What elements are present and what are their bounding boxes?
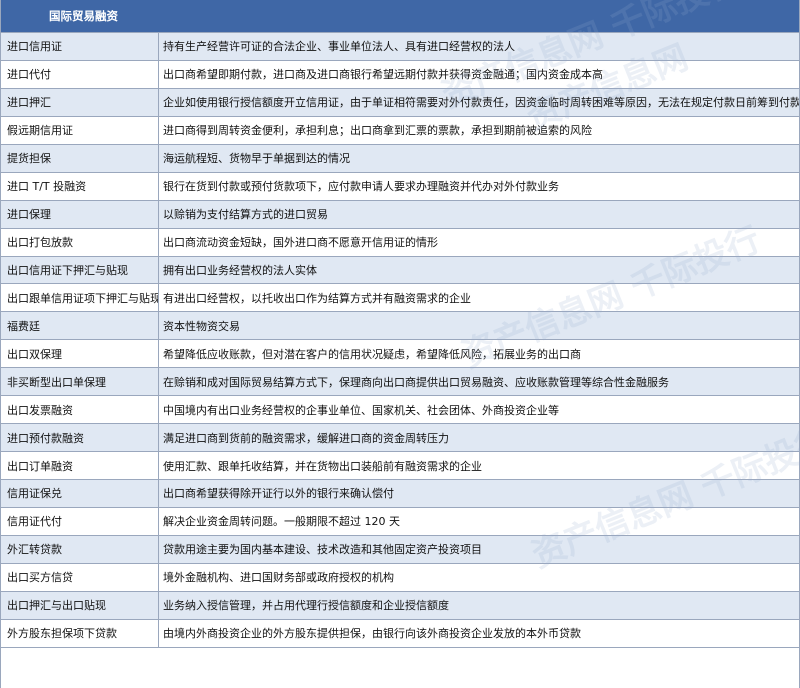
applicable-scenario-cell: 资本性物资交易 [163, 319, 240, 333]
financing-type-cell: 进口预付款融资 [1, 424, 159, 452]
table-row: 提货担保 海运航程短、货物早于单据到达的情况 [1, 144, 799, 173]
financing-type-cell: 出口跟单信用证项下押汇与贴现 [1, 284, 159, 312]
table-row: 进口信用证 持有生产经营许可证的合法企业、事业单位法人、具有进口经营权的法人 [1, 33, 799, 61]
financing-type-cell: 出口发票融资 [1, 396, 159, 424]
financing-type-cell: 出口买方信贷 [1, 563, 159, 591]
financing-type-cell: 出口信用证下押汇与贴现 [1, 256, 159, 284]
financing-type-cell: 信用证保兑 [1, 480, 159, 507]
applicable-scenario-cell: 出口商希望即期付款，进口商及进口商银行希望远期付款并获得资金融通；国内资金成本高 [163, 68, 603, 82]
applicable-scenario-cell: 业务纳入授信管理，并占用代理行授信额度和企业授信额度 [163, 599, 449, 613]
applicable-scenario-cell: 持有生产经营许可证的合法企业、事业单位法人、具有进口经营权的法人 [163, 40, 515, 54]
applicable-scenario-cell: 海运航程短、货物早于单据到达的情况 [163, 152, 350, 166]
applicable-scenario-cell: 希望降低应收账款，但对潜在客户的信用状况疑虑，希望降低风险，拓展业务的出口商 [163, 347, 581, 361]
table-header: 国际贸易融资 [1, 0, 799, 33]
applicable-scenario-cell: 有进出口经营权，以托收出口作为结算方式并有融资需求的企业 [163, 291, 471, 305]
table-row: 出口打包放款 出口商流动资金短缺，国外进口商不愿意开信用证的情形 [1, 228, 799, 257]
financing-type-cell: 出口双保理 [1, 340, 159, 368]
table-row: 出口发票融资 中国境内有出口业务经营权的企事业单位、国家机关、社会团体、外商投资企… [1, 396, 799, 425]
table-body: 进口信用证 持有生产经营许可证的合法企业、事业单位法人、具有进口经营权的法人 进口代… [1, 33, 799, 648]
applicable-scenario-cell: 拥有出口业务经营权的法人实体 [163, 263, 317, 277]
table-row: 出口双保理 希望降低应收账款，但对潜在客户的信用状况疑虑，希望降低风险，拓展业务的… [1, 340, 799, 369]
table-row: 外汇转贷款 贷款用途主要为国内基本建设、技术改造和其他固定资产投资项目 [1, 535, 799, 564]
table-row: 出口跟单信用证项下押汇与贴现 有进出口经营权，以托收出口作为结算方式并有融资需求的… [1, 284, 799, 313]
table-row: 出口订单融资 使用汇款、跟单托收结算，并在货物出口装船前有融资需求的企业 [1, 452, 799, 480]
table-row: 假远期信用证 进口商得到周转资金便利，承担利息；出口商拿到汇票的票款，承担到期前被… [1, 116, 799, 145]
financing-type-cell: 进口 T/T 投融资 [1, 172, 159, 200]
table-row: 出口押汇与出口贴现 业务纳入授信管理，并占用代理行授信额度和企业授信额度 [1, 591, 799, 620]
applicable-scenario-cell: 贷款用途主要为国内基本建设、技术改造和其他固定资产投资项目 [163, 543, 482, 557]
applicable-scenario-cell: 进口商得到周转资金便利，承担利息；出口商拿到汇票的票款，承担到期前被追索的风险 [163, 124, 592, 138]
financing-type-cell: 进口保理 [1, 200, 159, 228]
table-row: 出口买方信贷 境外金融机构、进口国财务部或政府授权的机构 [1, 563, 799, 592]
applicable-scenario-cell: 企业如使用银行授信额度开立信用证，由于单证相符需要对外付款责任，因资金临时周转困… [163, 96, 799, 110]
financing-type-cell: 福费廷 [1, 312, 159, 340]
applicable-scenario-cell: 出口商希望获得除开证行以外的银行来确认偿付 [163, 487, 394, 501]
table-row: 进口保理 以赊销为支付结算方式的进口贸易 [1, 200, 799, 229]
applicable-scenario-cell: 以赊销为支付结算方式的进口贸易 [163, 208, 328, 222]
financing-type-cell: 出口押汇与出口贴现 [1, 591, 159, 619]
financing-type-cell: 外方股东担保项下贷款 [1, 619, 159, 647]
financing-table: 国际贸易融资 进口信用证 持有生产经营许可证的合法企业、事业单位法人、具有进口经营… [0, 0, 800, 688]
table-row: 进口预付款融资 满足进口商到货前的融资需求，缓解进口商的资金周转压力 [1, 424, 799, 453]
applicable-scenario-cell: 出口商流动资金短缺，国外进口商不愿意开信用证的情形 [163, 236, 438, 250]
financing-type-cell: 进口押汇 [1, 88, 159, 116]
financing-type-cell: 进口信用证 [1, 33, 159, 60]
applicable-scenario-cell: 满足进口商到货前的融资需求，缓解进口商的资金周转压力 [163, 431, 449, 445]
financing-type-cell: 进口代付 [1, 60, 159, 88]
applicable-scenario-cell: 在赊销和成对国际贸易结算方式下，保理商向出口商提供出口贸易融资、应收账款管理等综… [163, 375, 669, 389]
table-row: 出口信用证下押汇与贴现 拥有出口业务经营权的法人实体 [1, 256, 799, 285]
table-row: 外方股东担保项下贷款 由境内外商投资企业的外方股东提供担保，由银行向该外商投资企业… [1, 619, 799, 648]
financing-type-cell: 假远期信用证 [1, 116, 159, 144]
table-row: 进口押汇 企业如使用银行授信额度开立信用证，由于单证相符需要对外付款责任，因资金临… [1, 88, 799, 117]
financing-type-cell: 信用证代付 [1, 507, 159, 535]
applicable-scenario-cell: 使用汇款、跟单托收结算，并在货物出口装船前有融资需求的企业 [163, 459, 482, 473]
table-row: 进口 T/T 投融资 银行在货到付款或预付货款项下，应付款申请人要求办理融资并代办… [1, 172, 799, 201]
table-row: 信用证代付 解决企业资金周转问题。一般期限不超过 120 天 [1, 507, 799, 536]
applicable-scenario-cell: 中国境内有出口业务经营权的企事业单位、国家机关、社会团体、外商投资企业等 [163, 403, 559, 417]
financing-type-cell: 出口打包放款 [1, 228, 159, 256]
financing-type-cell: 外汇转贷款 [1, 535, 159, 563]
financing-type-cell: 非买断型出口单保理 [1, 368, 159, 396]
applicable-scenario-cell: 由境内外商投资企业的外方股东提供担保，由银行向该外商投资企业发放的本外币贷款 [163, 627, 581, 641]
table-row: 信用证保兑 出口商希望获得除开证行以外的银行来确认偿付 [1, 480, 799, 508]
applicable-scenario-cell: 银行在货到付款或预付货款项下，应付款申请人要求办理融资并代办对外付款业务 [163, 180, 559, 194]
financing-type-cell: 提货担保 [1, 144, 159, 172]
applicable-scenario-cell: 解决企业资金周转问题。一般期限不超过 120 天 [163, 515, 400, 529]
financing-type-cell: 出口订单融资 [1, 452, 159, 479]
table-row: 非买断型出口单保理 在赊销和成对国际贸易结算方式下，保理商向出口商提供出口贸易融资… [1, 368, 799, 397]
table-row: 福费廷 资本性物资交易 [1, 312, 799, 341]
table-row: 进口代付 出口商希望即期付款，进口商及进口商银行希望远期付款并获得资金融通；国内资… [1, 60, 799, 89]
table-title: 国际贸易融资 [49, 9, 118, 23]
applicable-scenario-cell: 境外金融机构、进口国财务部或政府授权的机构 [163, 571, 394, 585]
